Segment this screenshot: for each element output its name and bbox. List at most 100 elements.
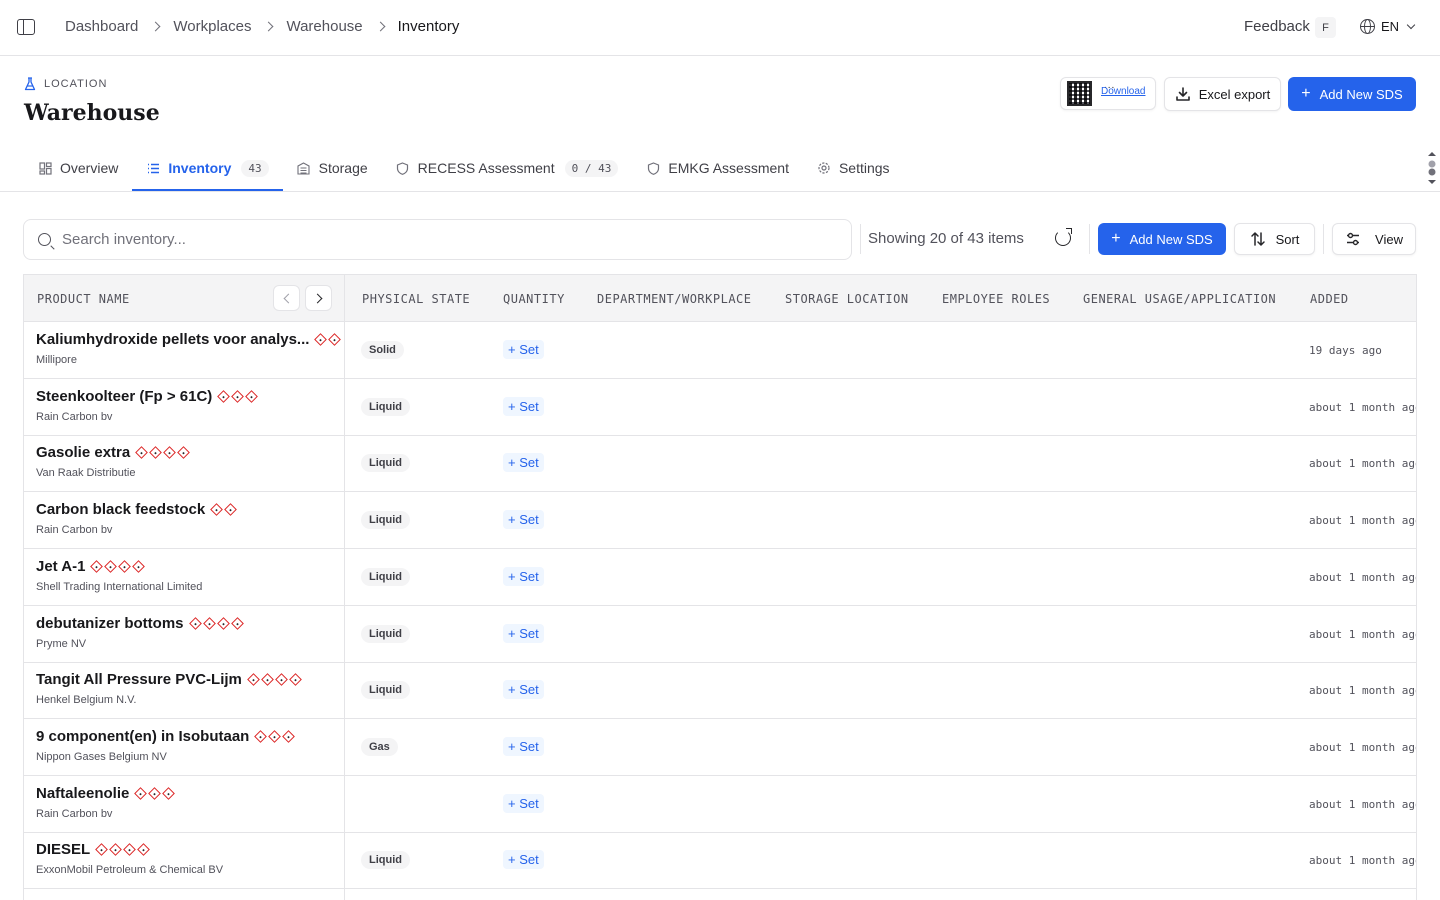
view-button[interactable]: View xyxy=(1332,223,1416,255)
ghs-hazard-icon xyxy=(162,786,176,800)
product-name[interactable]: Steenkoolteer (Fp > 61C) xyxy=(36,388,261,405)
column-quantity[interactable]: QUANTITY xyxy=(503,292,565,306)
feedback-shortcut: F xyxy=(1315,17,1336,38)
table-row[interactable]: Steenkoolteer (Fp > 61C) Rain Carbon bv Li… xyxy=(24,379,1416,436)
chevron-right-icon xyxy=(312,293,322,303)
column-physical-state[interactable]: PHYSICAL STATE xyxy=(362,292,470,306)
product-name[interactable]: debutanizer bottoms xyxy=(36,615,247,632)
supplier-name: Rain Carbon bv xyxy=(36,807,113,820)
column-employee-roles[interactable]: EMPLOYEE ROLES xyxy=(942,292,1050,306)
ghs-hazard-icon xyxy=(202,616,216,630)
table-row[interactable]: Naftaleenolie Rain Carbon bv + Set about 1 … xyxy=(24,776,1417,833)
product-name-text: debutanizer bottoms xyxy=(36,614,184,632)
tab-scroll-icon[interactable] xyxy=(1426,150,1438,186)
table-row[interactable]: Kaliumhydroxide pellets voor analys... Mi… xyxy=(24,322,1416,379)
product-name[interactable]: Jet A-1 xyxy=(36,558,148,575)
ghs-hazard-icon xyxy=(109,843,123,857)
tab-inventory[interactable]: Inventory 43 xyxy=(132,145,283,191)
sidebar-toggle-icon[interactable] xyxy=(17,19,35,35)
table-row[interactable]: DIESEL ExxonMobil Petroleum & Chemical BV… xyxy=(24,832,1416,890)
column-added[interactable]: ADDED xyxy=(1310,292,1349,306)
tabs-divider xyxy=(0,191,1440,192)
product-name[interactable]: 9 component(en) in Isobutaan xyxy=(36,728,298,745)
refresh-icon[interactable] xyxy=(1055,228,1072,246)
product-name[interactable]: DIESEL xyxy=(36,841,153,858)
toolbar-add-new-sds-button[interactable]: + Add New SDS xyxy=(1098,223,1226,255)
added-date: about 1 month ago xyxy=(1309,797,1417,811)
tab-emkg-assessment[interactable]: EMKG Assessment xyxy=(632,145,803,191)
column-product-name[interactable]: PRODUCT NAME xyxy=(37,292,130,306)
table-row[interactable]: Gasolie extra Van Raak Distributie Liquid +… xyxy=(24,435,1416,493)
tab-bar: Overview Inventory 43 Storage RECESS Ass… xyxy=(24,145,904,191)
ghs-hazard-icon xyxy=(289,673,302,687)
qr-download-link[interactable]: Download xyxy=(1101,86,1145,97)
set-quantity-button[interactable]: + Set xyxy=(503,566,544,586)
product-name[interactable]: Tangit All Pressure PVC-Lijm xyxy=(36,671,305,688)
ghs-hazard-icon xyxy=(188,616,202,630)
set-quantity-button[interactable]: + Set xyxy=(503,453,544,473)
supplier-name: Henkel Belgium N.V. xyxy=(36,694,137,707)
column-department-workplace[interactable]: DEPARTMENT/WORKPLACE xyxy=(597,292,752,306)
product-name[interactable]: Naftaleenolie xyxy=(36,785,178,802)
ghs-hazard-icon xyxy=(230,616,244,630)
set-quantity-button[interactable]: + Set xyxy=(503,850,544,870)
list-icon xyxy=(146,161,160,175)
add-new-sds-button[interactable]: + Add New SDS xyxy=(1288,77,1416,111)
table-row[interactable]: Tangit All Pressure PVC-Lijm Henkel Belgi… xyxy=(24,662,1416,720)
ghs-pictograms xyxy=(217,389,261,403)
set-quantity-button[interactable]: + Set xyxy=(503,396,544,416)
physical-state-badge: Liquid xyxy=(361,681,410,700)
added-date: about 1 month ago xyxy=(1309,514,1417,528)
tab-settings[interactable]: Settings xyxy=(803,145,904,191)
set-quantity-button[interactable]: + Set xyxy=(503,736,544,756)
breadcrumb-warehouse[interactable]: Warehouse xyxy=(286,18,362,35)
excel-export-button[interactable]: Excel export xyxy=(1164,77,1281,111)
set-quantity-button[interactable]: + Set xyxy=(503,623,544,643)
tab-recess-assessment[interactable]: RECESS Assessment 0 / 43 xyxy=(382,145,633,191)
table-row[interactable]: Jet A-1 Shell Trading International Limit… xyxy=(24,549,1417,606)
toolbar-divider xyxy=(1323,224,1324,254)
search-input[interactable]: Search inventory... xyxy=(23,219,852,260)
ghs-pictograms xyxy=(188,616,247,630)
qr-download-button[interactable]: ... Download xyxy=(1060,77,1156,110)
columns-next-button[interactable] xyxy=(305,285,332,311)
columns-prev-button[interactable] xyxy=(273,285,300,311)
tab-emkg-label: EMKG Assessment xyxy=(668,160,789,176)
product-name[interactable]: Gasolie extra xyxy=(36,444,193,461)
page-title: Warehouse xyxy=(24,100,160,126)
column-storage-location[interactable]: STORAGE LOCATION xyxy=(785,292,909,306)
ghs-hazard-icon xyxy=(282,730,296,743)
flask-icon xyxy=(24,77,36,91)
tab-overview[interactable]: Overview xyxy=(24,145,132,191)
supplier-name: Shell Trading International Limited xyxy=(36,580,203,593)
table-row[interactable]: 9 component(en) in Isobutaan Nippon Gases… xyxy=(24,719,1416,776)
feedback-button[interactable]: Feedback xyxy=(1244,18,1310,35)
tab-recess-progress: 0 / 43 xyxy=(564,159,619,177)
tab-storage[interactable]: Storage xyxy=(283,145,382,191)
set-quantity-button[interactable]: + Set xyxy=(503,793,544,813)
added-date: about 1 month ago xyxy=(1309,570,1417,584)
table-row[interactable]: debutanizer bottoms Pryme NV Liquid + Set ab… xyxy=(24,606,1416,663)
set-quantity-button[interactable]: + Set xyxy=(503,680,544,700)
ghs-hazard-icon xyxy=(104,559,118,573)
language-select[interactable]: EN xyxy=(1360,19,1416,34)
ghs-pictograms xyxy=(210,503,240,516)
qr-code-icon xyxy=(1067,81,1092,106)
ghs-pictograms xyxy=(247,673,305,687)
tab-storage-label: Storage xyxy=(318,160,368,176)
sort-button[interactable]: Sort xyxy=(1234,223,1315,255)
chevron-right-icon xyxy=(150,21,161,32)
ghs-hazard-icon xyxy=(275,673,288,687)
ghs-pictograms xyxy=(254,730,298,743)
physical-state-badge: Liquid xyxy=(361,851,410,870)
set-quantity-button[interactable]: + Set xyxy=(503,340,544,359)
chevron-left-icon xyxy=(283,293,293,303)
breadcrumb-workplaces[interactable]: Workplaces xyxy=(173,18,251,35)
product-name[interactable]: Kaliumhydroxide pellets voor analys... xyxy=(36,331,344,348)
chevron-right-icon xyxy=(264,21,274,32)
breadcrumb-dashboard[interactable]: Dashboard xyxy=(65,18,138,35)
table-row[interactable]: Carbon black feedstock Rain Carbon bv Liqu… xyxy=(24,492,1417,550)
column-general-usage[interactable]: GENERAL USAGE/APPLICATION xyxy=(1083,292,1276,306)
set-quantity-button[interactable]: + Set xyxy=(503,510,544,530)
product-name[interactable]: Carbon black feedstock xyxy=(36,501,240,518)
